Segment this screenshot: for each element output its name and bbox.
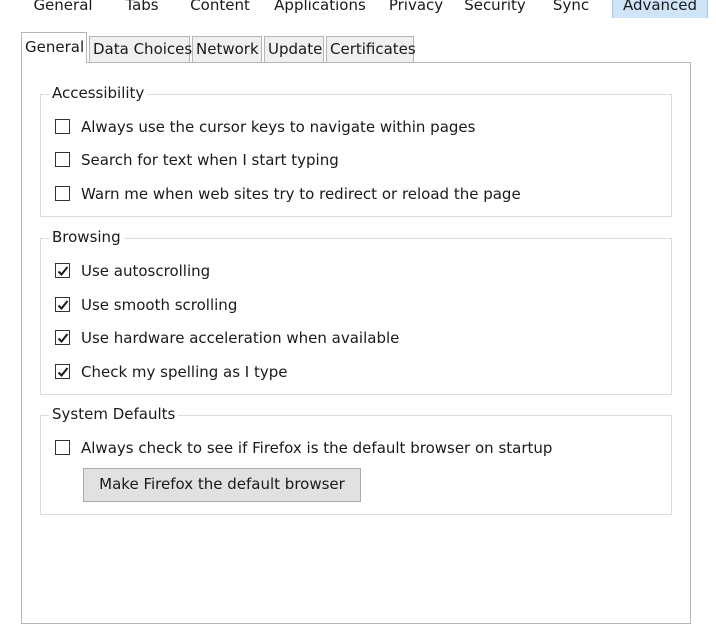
option-label: Use smooth scrolling: [81, 296, 238, 314]
accessibility-group-title: Accessibility: [49, 83, 148, 103]
option-label: Use hardware acceleration when available: [81, 329, 400, 347]
top-tab-applications[interactable]: Applications: [270, 0, 370, 18]
checkbox-cursor-keys[interactable]: [55, 119, 70, 134]
browsing-group: Browsing Use autoscrolling Use smooth sc…: [40, 227, 672, 395]
option-label: Use autoscrolling: [81, 262, 211, 280]
option-label: Warn me when web sites try to redirect o…: [81, 185, 521, 203]
top-tab-tabs[interactable]: Tabs: [116, 0, 168, 18]
option-label: Search for text when I start typing: [81, 151, 339, 169]
top-tab-privacy[interactable]: Privacy: [382, 0, 450, 18]
top-tab-advanced[interactable]: Advanced: [612, 0, 708, 18]
subtab-certificates[interactable]: Certificates: [326, 36, 416, 62]
option-label: Always check to see if Firefox is the de…: [81, 439, 553, 457]
top-tab-content[interactable]: Content: [182, 0, 258, 18]
checkbox-warn-redirect[interactable]: [55, 186, 70, 201]
checkbox-hardware-acceleration[interactable]: [55, 330, 70, 345]
system-defaults-group-title: System Defaults: [49, 404, 179, 424]
checkbox-spell-check[interactable]: [55, 364, 70, 379]
option-label: Always use the cursor keys to navigate w…: [81, 118, 476, 136]
top-tab-sync[interactable]: Sync: [548, 0, 594, 18]
subtab-network[interactable]: Network: [192, 36, 262, 62]
checkbox-default-browser-check[interactable]: [55, 440, 70, 455]
checkbox-autoscrolling[interactable]: [55, 263, 70, 278]
preferences-toolbar: General Tabs Content Applications Privac…: [0, 0, 716, 18]
checkbox-smooth-scrolling[interactable]: [55, 297, 70, 312]
top-tab-general[interactable]: General: [22, 0, 104, 18]
subtab-data-choices[interactable]: Data Choices: [89, 36, 192, 62]
checkbox-search-text[interactable]: [55, 152, 70, 167]
checkmark-icon: [57, 367, 69, 377]
subtab-update[interactable]: Update: [264, 36, 324, 62]
subtab-general[interactable]: General: [21, 32, 87, 63]
checkmark-icon: [57, 300, 69, 310]
option-label: Check my spelling as I type: [81, 363, 288, 381]
system-defaults-group: System Defaults Always check to see if F…: [40, 404, 672, 515]
browsing-group-title: Browsing: [49, 227, 124, 247]
top-tab-security[interactable]: Security: [460, 0, 530, 18]
checkmark-icon: [57, 333, 69, 343]
accessibility-group: Accessibility Always use the cursor keys…: [40, 83, 672, 217]
make-default-browser-button[interactable]: Make Firefox the default browser: [83, 468, 361, 502]
checkmark-icon: [57, 266, 69, 276]
